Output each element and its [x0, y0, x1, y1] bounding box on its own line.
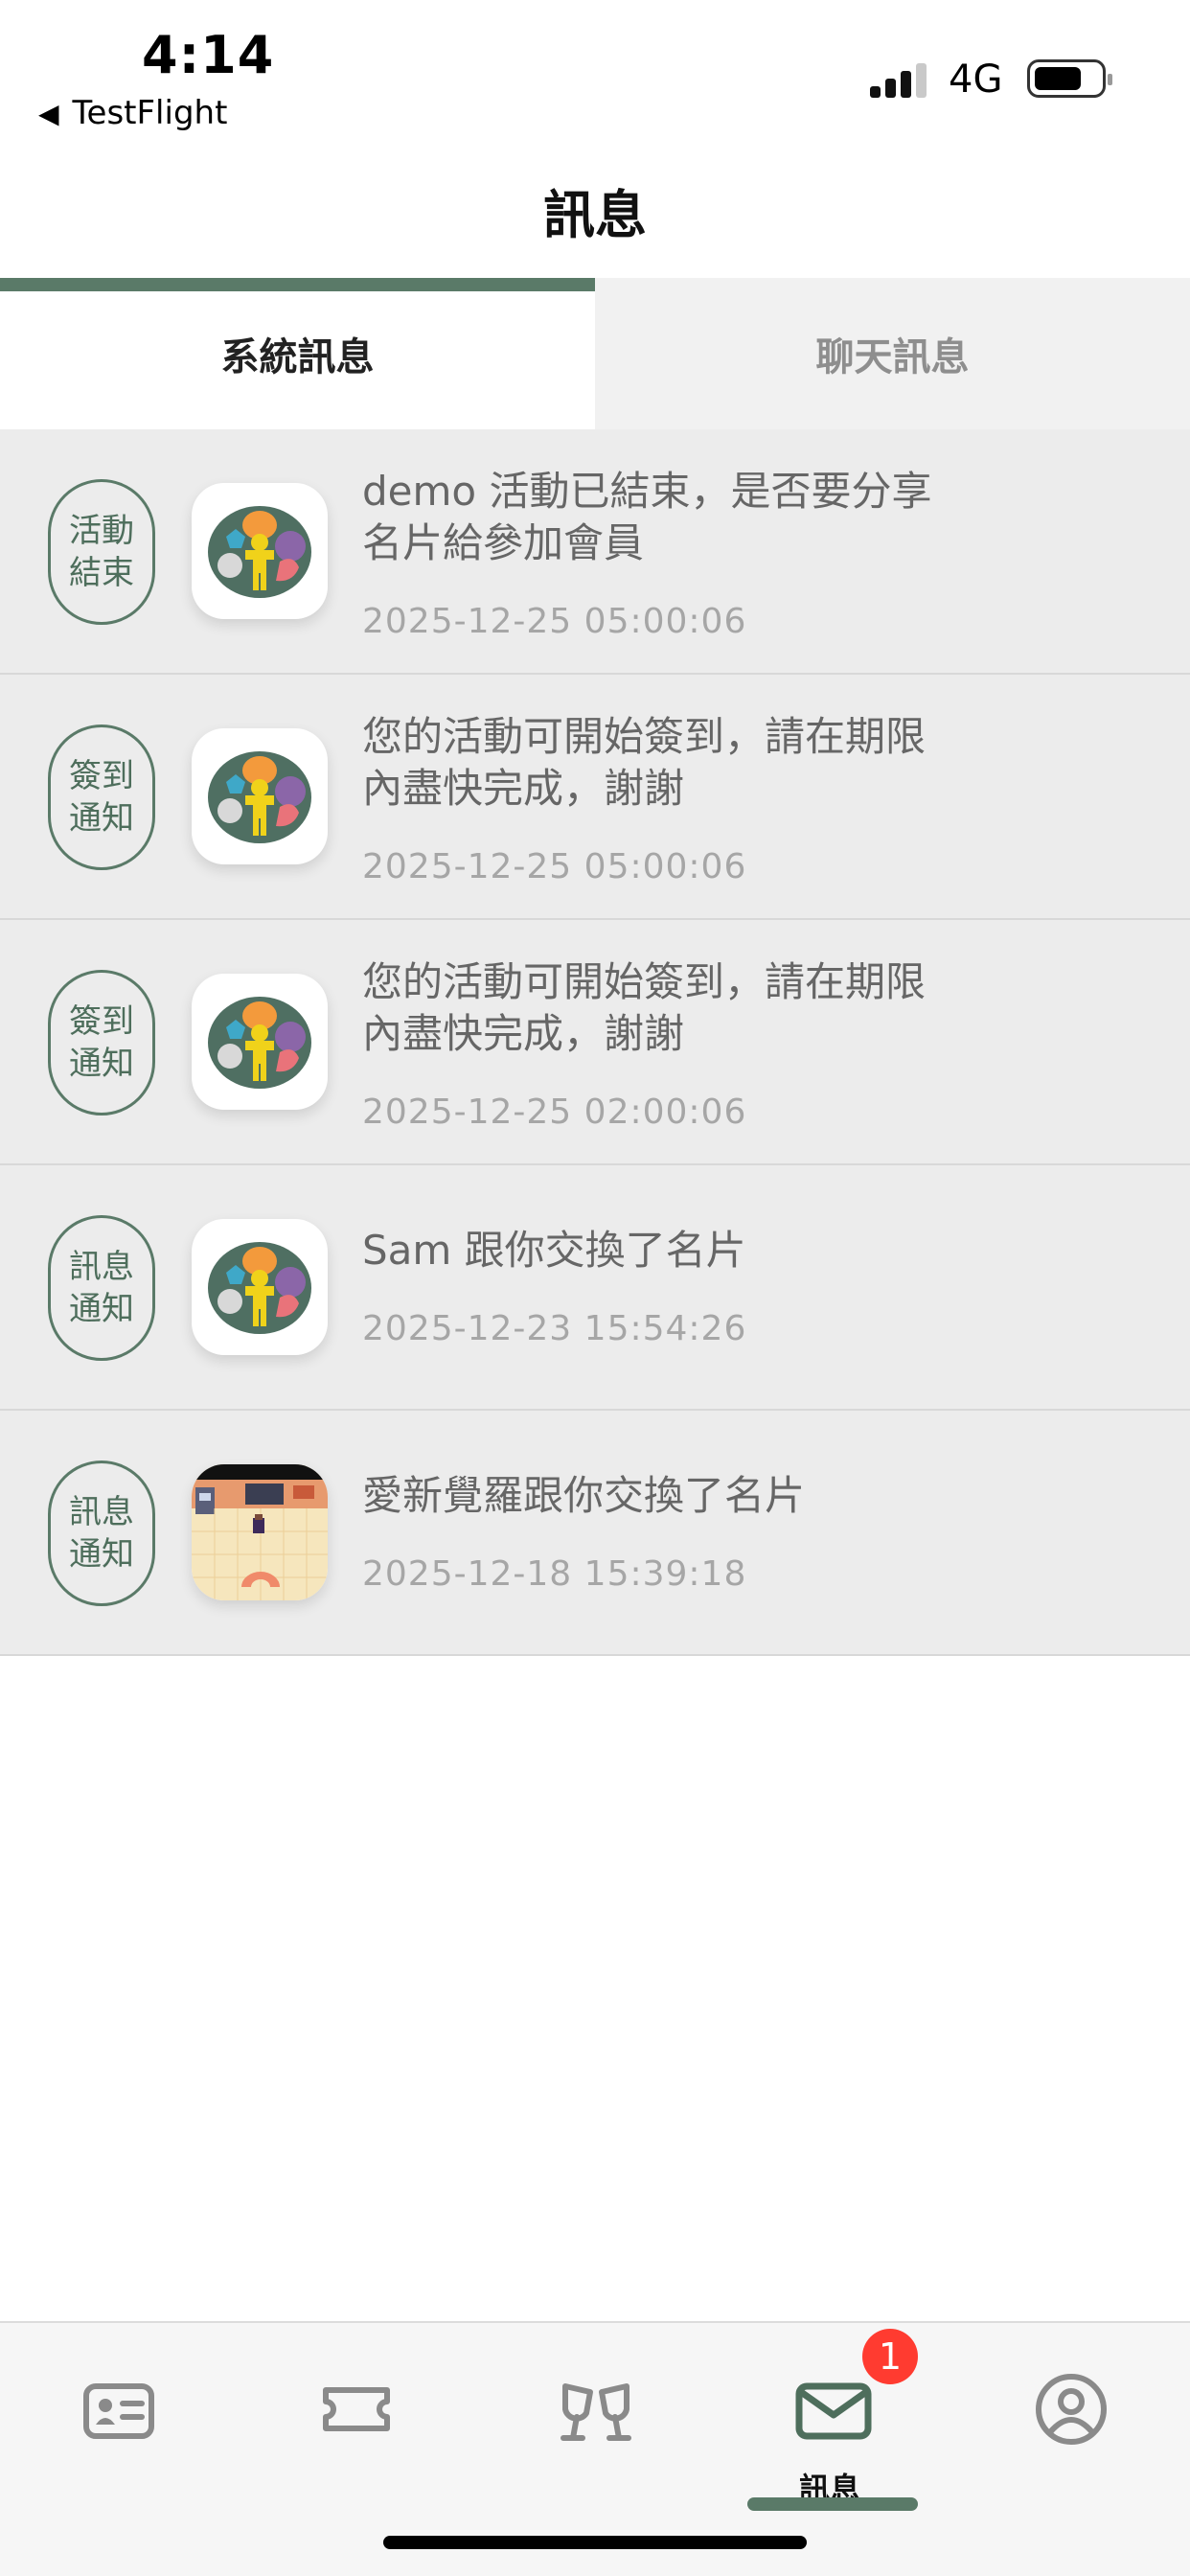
message-date: 2025-12-23 15:54:26 [362, 1309, 747, 1348]
back-to-app-link[interactable]: ◀ TestFlight [38, 94, 227, 132]
message-list: 活動 結束 demo 活動已結束，是否要分享 名片給參加會員 2025-12-2… [0, 429, 1190, 1656]
messages-screen: 4:14 ◀ TestFlight 4G 訊息 系統訊息 聊天訊息 活動結束 [0, 0, 1190, 2576]
message-type-tag: 訊息 通知 [48, 1460, 155, 1606]
tab-system-messages[interactable]: 系統訊息 [0, 278, 595, 429]
tree-logo-icon [192, 728, 328, 864]
message-text: 您的活動可開始簽到，請在期限 內盡快完成，謝謝 [362, 713, 927, 812]
message-row[interactable]: 訊息 通知 Sam 跟你交換了名片 2025-12-23 15:54:26 [0, 1165, 1190, 1411]
message-row[interactable]: 簽到 通知 您的活動可開始簽到，請在期限 內盡快完成，謝謝 2025-12-25… [0, 920, 1190, 1165]
tree-logo-icon [192, 974, 328, 1110]
message-type-tag: 簽到 通知 [48, 970, 155, 1116]
message-date: 2025-12-18 15:39:18 [362, 1554, 747, 1594]
pixel-room-avatar-icon [192, 1464, 328, 1600]
message-row[interactable]: 簽到 通知 您的活動可開始簽到，請在期限 內盡快完成，謝謝 2025-12-25… [0, 675, 1190, 920]
active-tab-indicator [747, 2497, 918, 2511]
message-type-tag: 簽到 通知 [48, 724, 155, 870]
profile-icon[interactable] [1023, 2361, 1119, 2457]
message-text: Sam 跟你交換了名片 [362, 1227, 746, 1274]
cellular-signal-icon [870, 59, 929, 98]
message-text: demo 活動已結束，是否要分享 名片給參加會員 [362, 468, 932, 566]
page-title: 訊息 [543, 185, 647, 245]
id-card-icon[interactable] [71, 2361, 167, 2457]
message-text: 愛新覺羅跟你交換了名片 [362, 1472, 806, 1519]
message-date: 2025-12-25 05:00:06 [362, 847, 747, 886]
network-type: 4G [949, 58, 1003, 102]
message-date: 2025-12-25 05:00:06 [362, 602, 747, 641]
message-row[interactable]: 活動 結束 demo 活動已結束，是否要分享 名片給參加會員 2025-12-2… [0, 429, 1190, 675]
tree-logo-icon [192, 1219, 328, 1355]
unread-badge: 1 [862, 2329, 918, 2384]
ticket-icon[interactable] [309, 2361, 404, 2457]
back-app-label: TestFlight [72, 94, 228, 132]
status-time: 4:14 [142, 25, 275, 85]
mail-icon[interactable] [786, 2361, 881, 2457]
tree-logo-icon [192, 483, 328, 619]
tab-chat-messages[interactable]: 聊天訊息 [595, 278, 1190, 429]
message-tabs: 系統訊息 聊天訊息 [0, 278, 1190, 429]
message-date: 2025-12-25 02:00:06 [362, 1092, 747, 1132]
message-type-tag: 訊息 通知 [48, 1215, 155, 1361]
message-text: 您的活動可開始簽到，請在期限 內盡快完成，謝謝 [362, 958, 927, 1057]
battery-icon [1027, 59, 1112, 98]
back-triangle-icon: ◀ [38, 97, 59, 129]
message-type-tag: 活動 結束 [48, 479, 155, 625]
message-row[interactable]: 訊息 通知 愛新覺羅跟你交換了名片 2025-12-18 15:39:18 [0, 1411, 1190, 1656]
status-bar: 4:14 ◀ TestFlight 4G [0, 0, 1190, 144]
cheers-icon[interactable] [548, 2361, 644, 2457]
home-indicator[interactable] [383, 2536, 807, 2549]
